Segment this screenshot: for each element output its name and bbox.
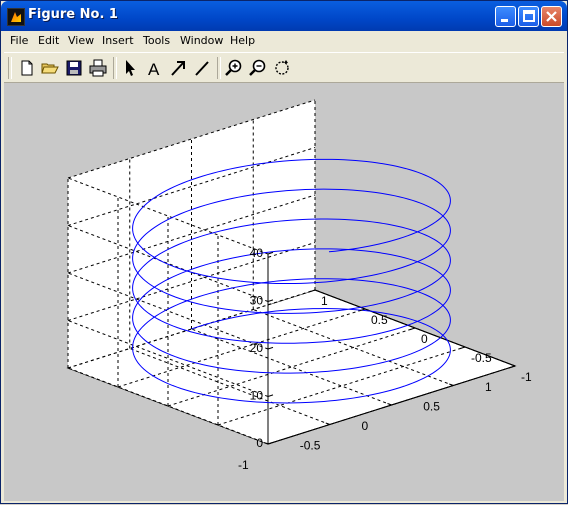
x-tick-label: 0 — [362, 419, 369, 433]
z-tick-label: 20 — [250, 341, 264, 355]
y-tick-label: 0.5 — [371, 313, 388, 327]
save-icon[interactable] — [64, 58, 84, 78]
menu-view[interactable]: View — [68, 34, 94, 47]
z-tick-label: 30 — [250, 294, 264, 308]
minimize-button[interactable] — [495, 6, 516, 27]
menu-tools[interactable]: Tools — [143, 34, 170, 47]
zoom-in-icon[interactable] — [224, 58, 244, 78]
arrow-select-icon[interactable] — [120, 58, 140, 78]
print-icon[interactable] — [88, 58, 108, 78]
x-tick-label: -0.5 — [300, 439, 321, 453]
menu-file[interactable]: File — [10, 34, 28, 47]
z-tick-label: 40 — [250, 246, 264, 260]
matlab-icon — [7, 8, 25, 26]
text-icon[interactable]: A — [144, 58, 164, 78]
z-tick-label: 10 — [250, 389, 264, 403]
menu-insert[interactable]: Insert — [102, 34, 134, 47]
open-folder-icon[interactable] — [40, 58, 60, 78]
close-button[interactable] — [541, 6, 562, 27]
toolbar-separator — [8, 57, 12, 79]
z-tick-label: 0 — [256, 436, 263, 450]
plot-3d[interactable]: 0 10 20 30 40 -1 -0.5 0 0.5 1 -1 -0.5 0 0.5 1 — [4, 83, 564, 501]
toolbar-separator — [217, 57, 221, 79]
x-tick-label: 0.5 — [423, 400, 440, 414]
x-tick-label: -1 — [238, 458, 249, 472]
window-title: Figure No. 1 — [28, 7, 118, 22]
menu-help[interactable]: Help — [230, 34, 255, 47]
figure-window: Figure No. 1 File Edit View Insert Tools… — [0, 0, 568, 504]
y-tick-label: 1 — [321, 294, 328, 308]
svg-text:A: A — [148, 60, 160, 78]
menu-window[interactable]: Window — [180, 34, 223, 47]
menu-bar: File Edit View Insert Tools Window Help — [4, 31, 564, 51]
y-tick-label: 0 — [421, 332, 428, 346]
title-bar[interactable]: Figure No. 1 — [1, 1, 567, 31]
zoom-out-icon[interactable] — [248, 58, 268, 78]
maximize-button[interactable] — [518, 6, 539, 27]
rotate-3d-icon[interactable] — [272, 58, 292, 78]
line-draw-icon[interactable] — [192, 58, 212, 78]
y-tick-label: -1 — [521, 370, 532, 384]
menu-edit[interactable]: Edit — [38, 34, 59, 47]
y-tick-label: -0.5 — [471, 351, 492, 365]
x-tick-label: 1 — [485, 380, 492, 394]
toolbar: A — [4, 52, 564, 83]
figure-canvas[interactable]: 0 10 20 30 40 -1 -0.5 0 0.5 1 -1 -0.5 0 0.5 1 — [4, 83, 564, 501]
toolbar-separator — [113, 57, 117, 79]
new-file-icon[interactable] — [17, 58, 37, 78]
arrow-draw-icon[interactable] — [168, 58, 188, 78]
